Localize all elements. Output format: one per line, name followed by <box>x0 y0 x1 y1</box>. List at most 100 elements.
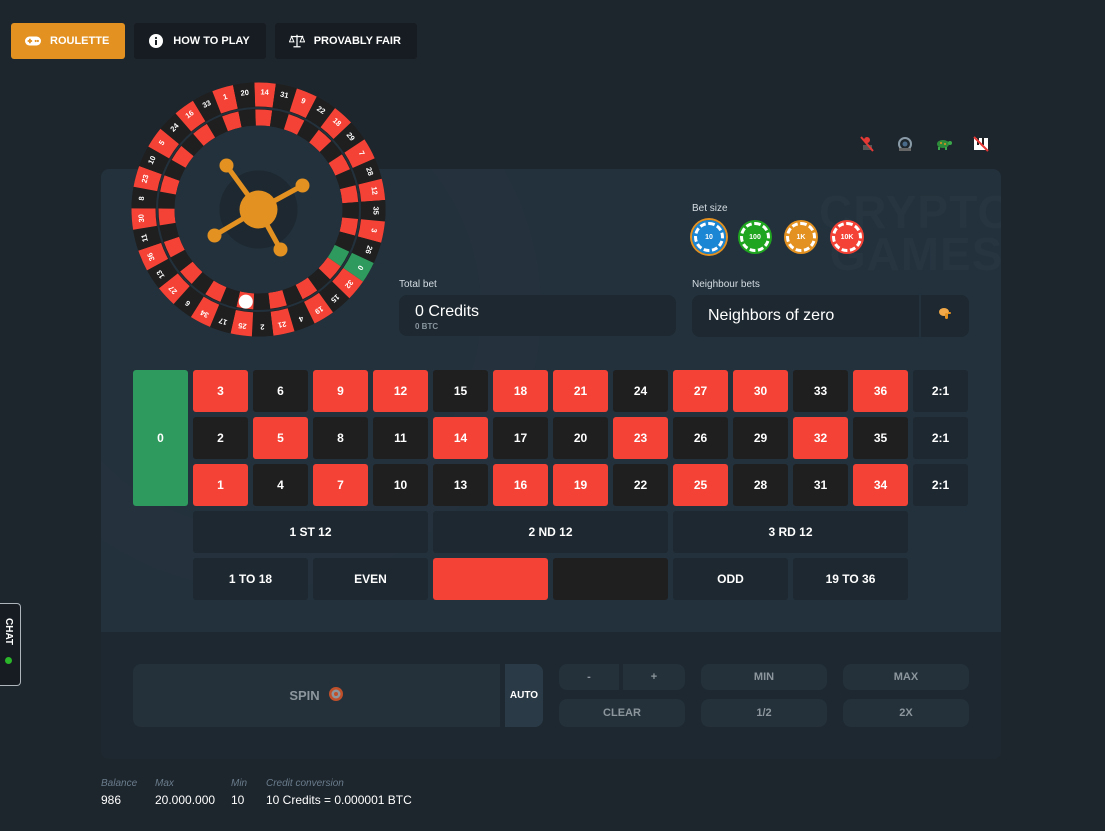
min-bet-button[interactable]: MIN <box>701 664 827 690</box>
tab-provably-fair[interactable]: PROVABLY FAIR <box>274 23 417 59</box>
number-cell-12[interactable]: 12 <box>373 370 428 412</box>
wheel-inner-pocket-8 <box>158 191 176 209</box>
number-cell-33[interactable]: 33 <box>793 370 848 412</box>
column-bet-2[interactable]: 2:1 <box>913 417 968 459</box>
half-bet-button[interactable]: 1/2 <box>701 699 827 727</box>
number-cell-31[interactable]: 31 <box>793 464 848 506</box>
decrease-bet-button[interactable]: - <box>559 664 619 690</box>
dozen-bet-2[interactable]: 2 ND 12 <box>433 511 668 553</box>
info-icon <box>148 33 164 49</box>
turtle-icon[interactable] <box>934 134 952 154</box>
column-bet-1[interactable]: 2:1 <box>913 370 968 412</box>
number-cell-4[interactable]: 4 <box>253 464 308 506</box>
spin-button[interactable]: SPIN <box>133 664 500 727</box>
double-bet-button[interactable]: 2X <box>843 699 969 727</box>
speed-icon[interactable] <box>896 134 914 154</box>
number-cell-15[interactable]: 15 <box>433 370 488 412</box>
neighbour-bets-select: Neighbors of zero <box>692 295 969 337</box>
chip-10[interactable]: 10 <box>692 220 726 254</box>
wheel-number-label: 2 <box>260 322 264 331</box>
spinner-knob <box>219 158 234 173</box>
stat-credit-conversion: Credit conversion 10 Credits = 0.000001 … <box>266 778 412 807</box>
number-cell-21[interactable]: 21 <box>553 370 608 412</box>
number-cell-9[interactable]: 9 <box>313 370 368 412</box>
number-cell-20[interactable]: 20 <box>553 417 608 459</box>
number-cell-13[interactable]: 13 <box>433 464 488 506</box>
number-cell-18[interactable]: 18 <box>493 370 548 412</box>
number-cell-32[interactable]: 32 <box>793 417 848 459</box>
chip-1k[interactable]: 1K <box>784 220 818 254</box>
chat-toggle[interactable]: CHAT <box>0 603 21 686</box>
chip-100[interactable]: 100 <box>738 220 772 254</box>
odd-bet[interactable]: ODD <box>673 558 788 600</box>
number-cell-10[interactable]: 10 <box>373 464 428 506</box>
roulette-chip-icon <box>328 686 344 705</box>
high-19-36-bet[interactable]: 19 TO 36 <box>793 558 908 600</box>
number-cell-19[interactable]: 19 <box>553 464 608 506</box>
number-cell-14[interactable]: 14 <box>433 417 488 459</box>
spin-label: SPIN <box>289 688 320 703</box>
black-bet[interactable] <box>553 558 668 600</box>
number-cell-7[interactable]: 7 <box>313 464 368 506</box>
number-cell-1[interactable]: 1 <box>193 464 248 506</box>
number-cell-0[interactable]: 0 <box>133 370 188 506</box>
number-cell-16[interactable]: 16 <box>493 464 548 506</box>
online-status-icon <box>5 657 12 664</box>
wheel-inner-pocket-2 <box>253 292 271 310</box>
number-cell-24[interactable]: 24 <box>613 370 668 412</box>
neighbour-bets-value[interactable]: Neighbors of zero <box>692 295 919 337</box>
tab-roulette[interactable]: ROULETTE <box>11 23 126 59</box>
gamepad-icon <box>25 33 41 49</box>
max-bet-button[interactable]: MAX <box>843 664 969 690</box>
number-cell-17[interactable]: 17 <box>493 417 548 459</box>
number-cell-2[interactable]: 2 <box>193 417 248 459</box>
chat-label: CHAT <box>3 618 14 646</box>
number-cell-36[interactable]: 36 <box>853 370 908 412</box>
music-off-icon[interactable] <box>972 134 990 154</box>
clear-button[interactable]: CLEAR <box>559 699 685 727</box>
tab-how-to-play[interactable]: HOW TO PLAY <box>134 23 266 59</box>
tab-label: PROVABLY FAIR <box>313 35 401 47</box>
low-1-18-bet[interactable]: 1 TO 18 <box>193 558 308 600</box>
number-cell-35[interactable]: 35 <box>853 417 908 459</box>
number-cell-5[interactable]: 5 <box>253 417 308 459</box>
dozen-bet-1[interactable]: 1 ST 12 <box>193 511 428 553</box>
roulette-wheel: 14 31922182972812353260321519421225173462… <box>131 82 386 337</box>
tab-label: HOW TO PLAY <box>173 35 250 47</box>
chip-10k[interactable]: 10K <box>830 220 864 254</box>
total-bet-value: 0 Credits <box>415 303 480 320</box>
wheel-number-label: 20 <box>240 88 249 98</box>
spinner-knob <box>207 228 222 243</box>
spinner-knob <box>273 242 288 257</box>
number-cell-30[interactable]: 30 <box>733 370 788 412</box>
sound-off-icon[interactable] <box>858 134 876 154</box>
even-bet[interactable]: EVEN <box>313 558 428 600</box>
total-bet-btc: 0 BTC <box>415 322 439 331</box>
neighbour-bet-place-button[interactable] <box>919 295 969 337</box>
number-cell-23[interactable]: 23 <box>613 417 668 459</box>
number-cell-3[interactable]: 3 <box>193 370 248 412</box>
number-cell-28[interactable]: 28 <box>733 464 788 506</box>
number-cell-27[interactable]: 27 <box>673 370 728 412</box>
wheel-number-label: 21 <box>277 319 287 329</box>
number-cell-29[interactable]: 29 <box>733 417 788 459</box>
number-cell-6[interactable]: 6 <box>253 370 308 412</box>
number-cell-34[interactable]: 34 <box>853 464 908 506</box>
dozen-bet-3[interactable]: 3 RD 12 <box>673 511 908 553</box>
auto-button[interactable]: AUTO <box>505 664 543 727</box>
column-bet-3[interactable]: 2:1 <box>913 464 968 506</box>
number-cell-22[interactable]: 22 <box>613 464 668 506</box>
red-bet[interactable] <box>433 558 548 600</box>
total-bet-label: Total bet <box>399 279 437 290</box>
number-cell-11[interactable]: 11 <box>373 417 428 459</box>
settings-icons <box>858 134 990 154</box>
number-cell-8[interactable]: 8 <box>313 417 368 459</box>
chip-label: 100 <box>740 222 770 252</box>
wheel-number-label: 12 <box>369 186 379 196</box>
increase-bet-button[interactable]: + <box>623 664 685 690</box>
roulette-ball <box>238 294 253 309</box>
number-cell-25[interactable]: 25 <box>673 464 728 506</box>
stat-max: Max 20.000.000 <box>155 778 216 807</box>
neighbour-bets-label: Neighbour bets <box>692 279 760 290</box>
number-cell-26[interactable]: 26 <box>673 417 728 459</box>
